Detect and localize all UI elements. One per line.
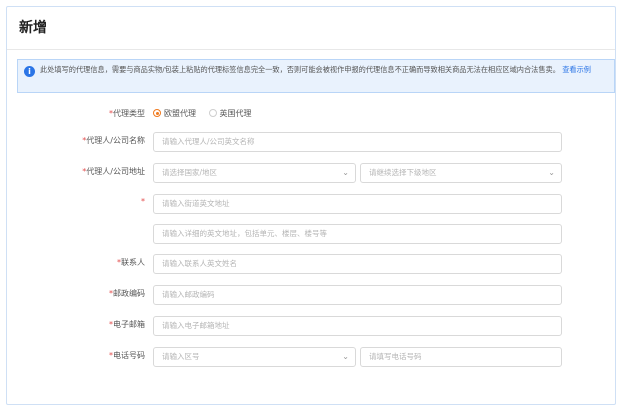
radio-selected-icon [153,109,161,117]
chevron-down-icon: ⌄ [342,168,349,177]
area-code-select[interactable]: 请输入区号 ⌄ [153,347,356,367]
radio-unselected-icon [208,109,217,117]
company-address-label: *代理人/公司地址 [82,167,145,176]
notice-text: 此处填写的代理信息，需要与商品实物/包装上粘贴的代理标签信息完全一致，否则可能会… [40,65,560,74]
radio-uk-agent[interactable]: 英国代理 [208,108,252,119]
title-divider [7,49,615,50]
detail-address-input[interactable]: 请输入详细的英文地址，包括单元、楼层、楼号等 [153,224,562,244]
region-select[interactable]: 请继续选择下级地区 ⌄ [360,163,562,183]
contact-label: *联系人 [117,258,145,267]
phone-number-input[interactable]: 请填写电话号码 [360,347,562,367]
agent-type-row: *代理类型 欧盟代理 英国代理 [7,105,615,125]
contact-row: *联系人 请输入联系人英文姓名 [7,254,615,274]
postcode-row: *邮政编码 请输入邮政编码 [7,285,615,305]
company-name-label: *代理人/公司名称 [82,136,145,145]
street-address-input[interactable]: 请输入街道英文地址 [153,194,562,214]
agent-type-label: *代理类型 [109,109,145,118]
view-example-link[interactable]: 查看示例 [562,65,591,74]
info-icon: i [24,66,35,77]
email-row: *电子邮箱 请输入电子邮箱地址 [7,316,615,336]
street-address-label: * [141,197,145,206]
required-mark: * [141,197,145,206]
email-label: *电子邮箱 [109,320,145,329]
region-select-placeholder: 请继续选择下级地区 [369,168,437,177]
form-panel: 新增 i 此处填写的代理信息，需要与商品实物/包装上粘贴的代理标签信息完全一致，… [6,6,616,405]
detail-address-row: 请输入详细的英文地址，包括单元、楼层、楼号等 [7,224,615,244]
notice-banner: i 此处填写的代理信息，需要与商品实物/包装上粘贴的代理标签信息完全一致，否则可… [17,59,615,93]
area-code-placeholder: 请输入区号 [162,352,200,361]
postcode-input[interactable]: 请输入邮政编码 [153,285,562,305]
phone-row: *电话号码 请输入区号 ⌄ 请填写电话号码 [7,347,615,367]
country-select[interactable]: 请选择国家/地区 ⌄ [153,163,356,183]
postcode-label: *邮政编码 [109,289,145,298]
country-select-placeholder: 请选择国家/地区 [162,168,218,177]
company-name-row: *代理人/公司名称 请输入代理人/公司英文名称 [7,132,615,152]
email-input[interactable]: 请输入电子邮箱地址 [153,316,562,336]
chevron-down-icon: ⌄ [342,352,349,361]
radio-eu-agent[interactable]: 欧盟代理 [153,108,196,119]
company-address-row: *代理人/公司地址 请选择国家/地区 ⌄ 请继续选择下级地区 ⌄ [7,163,615,183]
agent-type-radio-group: 欧盟代理 英国代理 [153,108,262,119]
company-name-input[interactable]: 请输入代理人/公司英文名称 [153,132,562,152]
contact-name-input[interactable]: 请输入联系人英文姓名 [153,254,562,274]
page-title: 新增 [19,20,47,36]
street-address-row: * 请输入街道英文地址 [7,194,615,214]
phone-label: *电话号码 [109,351,145,360]
chevron-down-icon: ⌄ [548,168,555,177]
